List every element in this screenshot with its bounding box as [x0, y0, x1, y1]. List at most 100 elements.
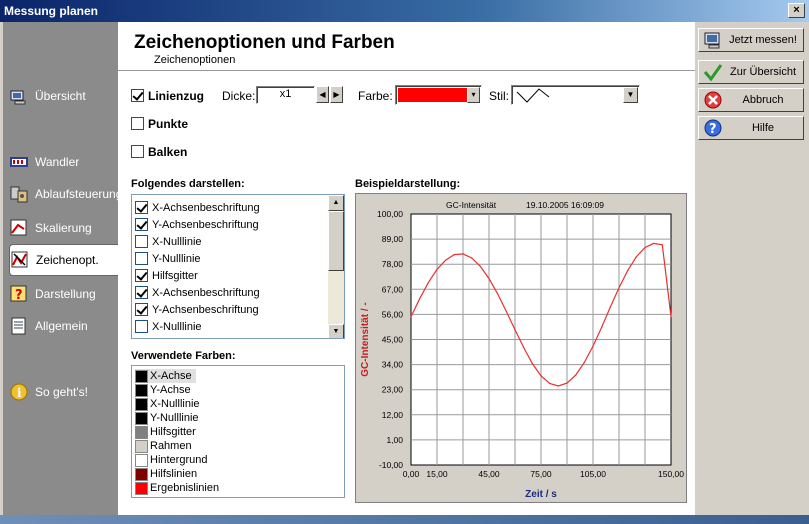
farben-list[interactable]: X-Achse Y-Achse X-Nulllinie Y-Nulllinie Hilf… — [131, 365, 345, 498]
scroll-up-icon[interactable]: ▲ — [328, 195, 344, 211]
data-point — [479, 265, 481, 267]
color-swatch — [135, 439, 148, 453]
darstellen-item-checkbox[interactable] — [135, 320, 148, 333]
stil-dropdown[interactable]: ▼ — [511, 85, 640, 105]
nav-label-wandler: Wandler — [35, 155, 80, 169]
farben-item[interactable]: X-Nulllinie — [135, 397, 200, 411]
data-point — [575, 374, 577, 376]
punkte-checkbox[interactable] — [131, 117, 144, 130]
darstellen-item[interactable]: X-Achsenbeschriftung — [135, 284, 260, 301]
darstellen-list[interactable]: X-Achsenbeschriftung Y-Achsenbeschriftung… — [131, 194, 345, 339]
data-point — [644, 246, 646, 249]
darstellen-item-label: Y-Achsenbeschriftung — [152, 303, 259, 316]
darstellen-item-checkbox[interactable] — [135, 201, 148, 214]
y-tick-label: -10,00 — [379, 460, 403, 470]
scroll-thumb[interactable] — [328, 211, 344, 271]
x-tick-label: 75,00 — [530, 469, 552, 479]
darstellen-item-checkbox[interactable] — [135, 235, 148, 248]
chevron-down-icon[interactable]: ▼ — [623, 87, 638, 103]
data-point — [436, 268, 438, 270]
general-icon — [10, 317, 28, 335]
right-button-panel: Jetzt messen! Zur Übersicht Abbruch ? Hi… — [695, 22, 806, 515]
data-point — [471, 257, 473, 259]
darstellen-item-label: X-Achsenbeschriftung — [152, 286, 260, 299]
nav-item-skalierung[interactable]: Skalierung — [10, 216, 118, 240]
balken-checkbox[interactable] — [131, 145, 144, 158]
x-tick-label: 150,00 — [658, 469, 684, 479]
info-icon: i — [10, 383, 28, 401]
farben-heading: Verwendete Farben: — [131, 350, 236, 362]
darstellen-item-checkbox[interactable] — [135, 218, 148, 231]
darstellen-item[interactable]: Y-Nulllinie — [135, 250, 201, 267]
nav-item-darstellung[interactable]: ? Darstellung — [10, 282, 118, 306]
color-swatch — [135, 369, 148, 383]
data-point — [540, 375, 542, 377]
darstellen-item[interactable]: Hilfsgitter — [135, 267, 198, 284]
darstellen-item[interactable]: X-Nulllinie — [135, 318, 202, 335]
darstellen-item[interactable]: X-Achsenbeschriftung — [135, 199, 260, 216]
linienzug-label: Linienzug — [148, 89, 204, 103]
x-axis-label: Zeit / s — [525, 489, 557, 500]
farbe-picker[interactable]: ▾ — [395, 85, 482, 105]
darstellen-item-checkbox[interactable] — [135, 252, 148, 265]
dicke-decrease-button[interactable]: ◀ — [316, 86, 329, 103]
farben-item[interactable]: Hilfslinien — [135, 467, 197, 481]
darstellen-item[interactable]: Y-Achsenbeschriftung — [135, 216, 259, 233]
darstellen-item-checkbox[interactable] — [135, 286, 148, 299]
nav-item-allgemein[interactable]: Allgemein — [10, 314, 118, 338]
y-tick-label: 1,00 — [386, 435, 403, 445]
linienzug-checkbox[interactable] — [131, 89, 144, 102]
line-style-icon — [516, 88, 550, 103]
darstellen-item-checkbox[interactable] — [135, 303, 148, 316]
zur-uebersicht-button[interactable]: Zur Übersicht — [698, 60, 804, 84]
farben-item[interactable]: Hintergrund — [135, 453, 207, 467]
farbe-label: Farbe: — [358, 89, 393, 103]
darstellen-scrollbar[interactable]: ▲ ▼ — [328, 195, 344, 338]
nav-item-uebersicht[interactable]: Übersicht — [10, 84, 118, 108]
darstellen-item-label: X-Achsenbeschriftung — [152, 201, 260, 214]
nav-item-sogehts[interactable]: i So geht's! — [10, 380, 118, 404]
scroll-down-icon[interactable]: ▼ — [328, 324, 344, 338]
darstellen-item-checkbox[interactable] — [135, 269, 148, 282]
darstellen-item[interactable]: Y-Achsenbeschriftung — [135, 301, 259, 318]
close-button[interactable]: × — [788, 3, 805, 18]
dicke-field[interactable]: x1 — [256, 86, 315, 104]
beispiel-heading: Beispieldarstellung: — [355, 178, 461, 190]
nav-label-ablaufsteuerung: Ablaufsteuerung — [35, 187, 123, 201]
farben-item[interactable]: Y-Nulllinie — [135, 411, 199, 425]
color-swatch — [135, 481, 148, 495]
y-tick-label: 34,00 — [382, 360, 404, 370]
farben-item[interactable]: X-Achse — [135, 369, 196, 383]
bottom-bar — [0, 515, 809, 524]
data-point — [670, 316, 672, 318]
nav-label-sogehts: So geht's! — [35, 385, 88, 399]
chart-frame: 100,00 89,00 78,00 67,00 56,00 45,00 34,00 23,0… — [355, 193, 687, 503]
abbruch-button[interactable]: Abbruch — [698, 88, 804, 112]
hilfe-button[interactable]: ? Hilfe — [698, 116, 804, 140]
color-swatch — [135, 383, 148, 397]
darstellen-item[interactable]: X-Nulllinie — [135, 233, 202, 250]
data-point — [453, 254, 455, 256]
farben-item[interactable]: Hilfsgitter — [135, 425, 196, 439]
darstellen-heading: Folgendes darstellen: — [131, 178, 245, 190]
svg-text:i: i — [17, 386, 22, 400]
farben-item[interactable]: Y-Achse — [135, 383, 191, 397]
y-tick-label: 45,00 — [382, 335, 404, 345]
y-tick-label: 12,00 — [382, 410, 404, 420]
nav-item-wandler[interactable]: Wandler — [10, 150, 118, 174]
farben-item[interactable]: Rahmen — [135, 439, 192, 453]
farben-item-label: Hilfslinien — [150, 468, 198, 480]
darstellen-item-label: X-Nulllinie — [152, 235, 202, 248]
farbe-dropdown-icon[interactable]: ▾ — [467, 87, 480, 103]
converter-icon — [10, 153, 28, 171]
data-point — [410, 316, 412, 318]
data-point — [635, 256, 637, 258]
darstellen-item-label: X-Nulllinie — [152, 320, 202, 333]
jetzt-messen-button[interactable]: Jetzt messen! — [698, 28, 804, 52]
abbruch-label: Abbruch — [742, 94, 784, 106]
nav-label-zeichenopt: Zeichenopt. — [36, 253, 99, 267]
nav-item-ablaufsteuerung[interactable]: Ablaufsteuerung — [10, 182, 122, 206]
farben-item[interactable]: Ergebnislinien — [135, 481, 219, 495]
dicke-increase-button[interactable]: ▶ — [330, 86, 343, 103]
nav-item-zeichenopt[interactable]: Zeichenopt. — [9, 244, 122, 276]
